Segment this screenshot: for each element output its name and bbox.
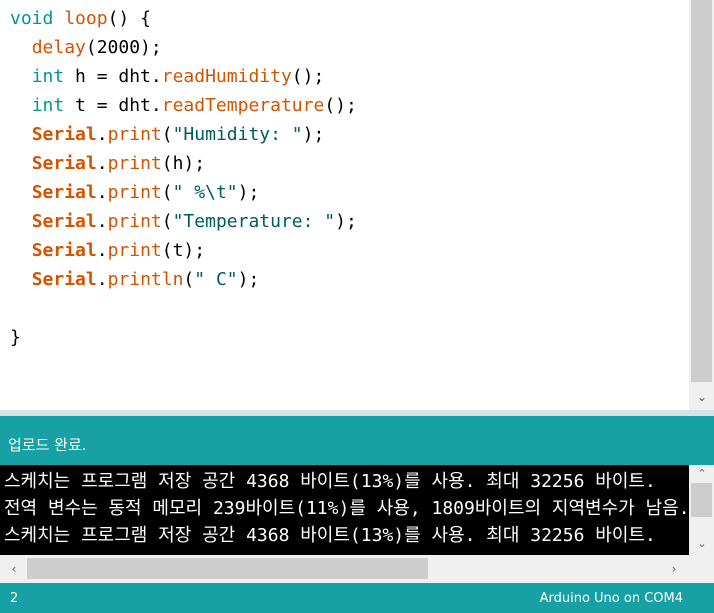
code-token: Serial: [31, 269, 97, 290]
code-token: Serial: [31, 153, 97, 174]
code-token: (2000);: [85, 37, 162, 58]
code-token: readHumidity: [161, 66, 292, 87]
console-line: 스케치는 프로그램 저장 공간 4368 바이트(13%)를 사용. 최대 32…: [4, 471, 656, 492]
console-output[interactable]: 스케치는 프로그램 저장 공간 4368 바이트(13%)를 사용. 최대 32…: [0, 465, 689, 555]
code-token: (: [161, 182, 173, 203]
line-number: 2: [10, 591, 19, 606]
code-line[interactable]: int t = dht.readTemperature();: [10, 91, 357, 120]
status-message: 업로드 완료.: [8, 436, 87, 454]
console-line: 스케치는 프로그램 저장 공간 4368 바이트(13%)를 사용. 최대 32…: [4, 525, 656, 546]
chevron-right-icon[interactable]: ›: [666, 561, 682, 577]
horizontal-scroll-thumb[interactable]: [27, 558, 428, 579]
board-port-label: Arduino Uno on COM4: [539, 591, 683, 606]
code-line[interactable]: }: [10, 323, 357, 352]
code-token: print: [107, 153, 162, 174]
code-token: (: [183, 269, 195, 290]
code-line[interactable]: delay(2000);: [10, 33, 357, 62]
code-line[interactable]: Serial.print(" %\t");: [10, 178, 357, 207]
code-line[interactable]: [10, 294, 357, 323]
code-line[interactable]: Serial.print("Humidity: ");: [10, 120, 357, 149]
code-token: loop: [64, 8, 108, 29]
code-token: print: [107, 124, 162, 145]
chevron-up-icon[interactable]: ⌃: [694, 467, 710, 481]
code-token: print: [107, 240, 162, 261]
chevron-down-icon[interactable]: ⌄: [694, 389, 710, 405]
code-text[interactable]: void loop() { delay(2000); int h = dht.r…: [10, 4, 357, 352]
code-token: }: [10, 327, 21, 348]
scrollbar-corner: [689, 555, 714, 583]
code-token: " C": [194, 269, 238, 290]
code-line[interactable]: Serial.print(h);: [10, 149, 357, 178]
code-token: h = dht.: [64, 66, 162, 87]
code-token: (h);: [161, 153, 206, 174]
code-token: t = dht.: [64, 95, 162, 116]
code-line[interactable]: void loop() {: [10, 4, 357, 33]
code-token: );: [237, 182, 260, 203]
code-token: );: [302, 124, 325, 145]
console-vertical-scrollbar[interactable]: ⌃ ⌄: [689, 465, 714, 555]
code-token: int: [31, 66, 65, 87]
editor-vertical-scrollbar[interactable]: ⌄: [689, 0, 714, 410]
code-token: .: [96, 211, 108, 232]
code-token: .: [96, 269, 108, 290]
code-token: Serial: [31, 240, 97, 261]
chevron-down-icon[interactable]: ⌄: [694, 537, 710, 551]
code-token: Serial: [31, 211, 97, 232]
code-token: );: [335, 211, 357, 232]
status-bar: 업로드 완료.: [0, 416, 714, 465]
code-token: println: [107, 269, 184, 290]
code-line[interactable]: Serial.print("Temperature: ");: [10, 207, 357, 236]
code-token: delay: [31, 37, 86, 58]
console-line: 전역 변수는 동적 메모리 239바이트(11%)를 사용, 1809바이트의 …: [4, 498, 689, 519]
code-token: int: [31, 95, 65, 116]
footer-bar: 2 Arduino Uno on COM4: [0, 583, 714, 613]
editor-scroll-thumb[interactable]: [691, 0, 712, 382]
code-line[interactable]: Serial.print(t);: [10, 236, 357, 265]
code-token: .: [96, 240, 108, 261]
code-token: .: [96, 124, 108, 145]
code-token: ();: [324, 95, 357, 116]
code-token: (t);: [161, 240, 206, 261]
code-token: );: [237, 269, 260, 290]
code-editor[interactable]: void loop() { delay(2000); int h = dht.r…: [0, 0, 689, 410]
code-token: ();: [291, 66, 325, 87]
code-token: " %\t": [172, 182, 238, 203]
code-token: print: [107, 182, 162, 203]
code-token: (: [161, 124, 173, 145]
code-token: (: [161, 211, 173, 232]
code-token: "Humidity: ": [172, 124, 303, 145]
code-token: Serial: [31, 124, 97, 145]
code-token: void: [10, 8, 54, 29]
console-scroll-thumb[interactable]: [691, 483, 712, 517]
code-token: Serial: [31, 182, 97, 203]
code-token: "Temperature: ": [172, 211, 336, 232]
code-token: .: [96, 182, 108, 203]
console-horizontal-scrollbar[interactable]: ‹ ›: [0, 555, 689, 583]
chevron-left-icon[interactable]: ‹: [6, 561, 22, 577]
code-line[interactable]: Serial.println(" C");: [10, 265, 357, 294]
code-token: () {: [107, 8, 151, 29]
code-line[interactable]: int h = dht.readHumidity();: [10, 62, 357, 91]
code-token: print: [107, 211, 162, 232]
code-token: readTemperature: [161, 95, 325, 116]
console-lines: 스케치는 프로그램 저장 공간 4368 바이트(13%)를 사용. 최대 32…: [4, 468, 689, 549]
code-token: .: [96, 153, 108, 174]
